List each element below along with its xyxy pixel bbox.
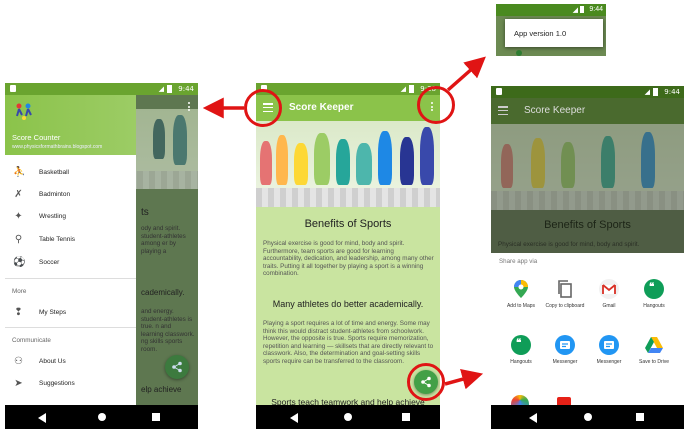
arrow-to-popup — [446, 56, 486, 92]
arrow-to-share-sheet — [444, 369, 484, 390]
annotation-arrows — [202, 56, 486, 390]
